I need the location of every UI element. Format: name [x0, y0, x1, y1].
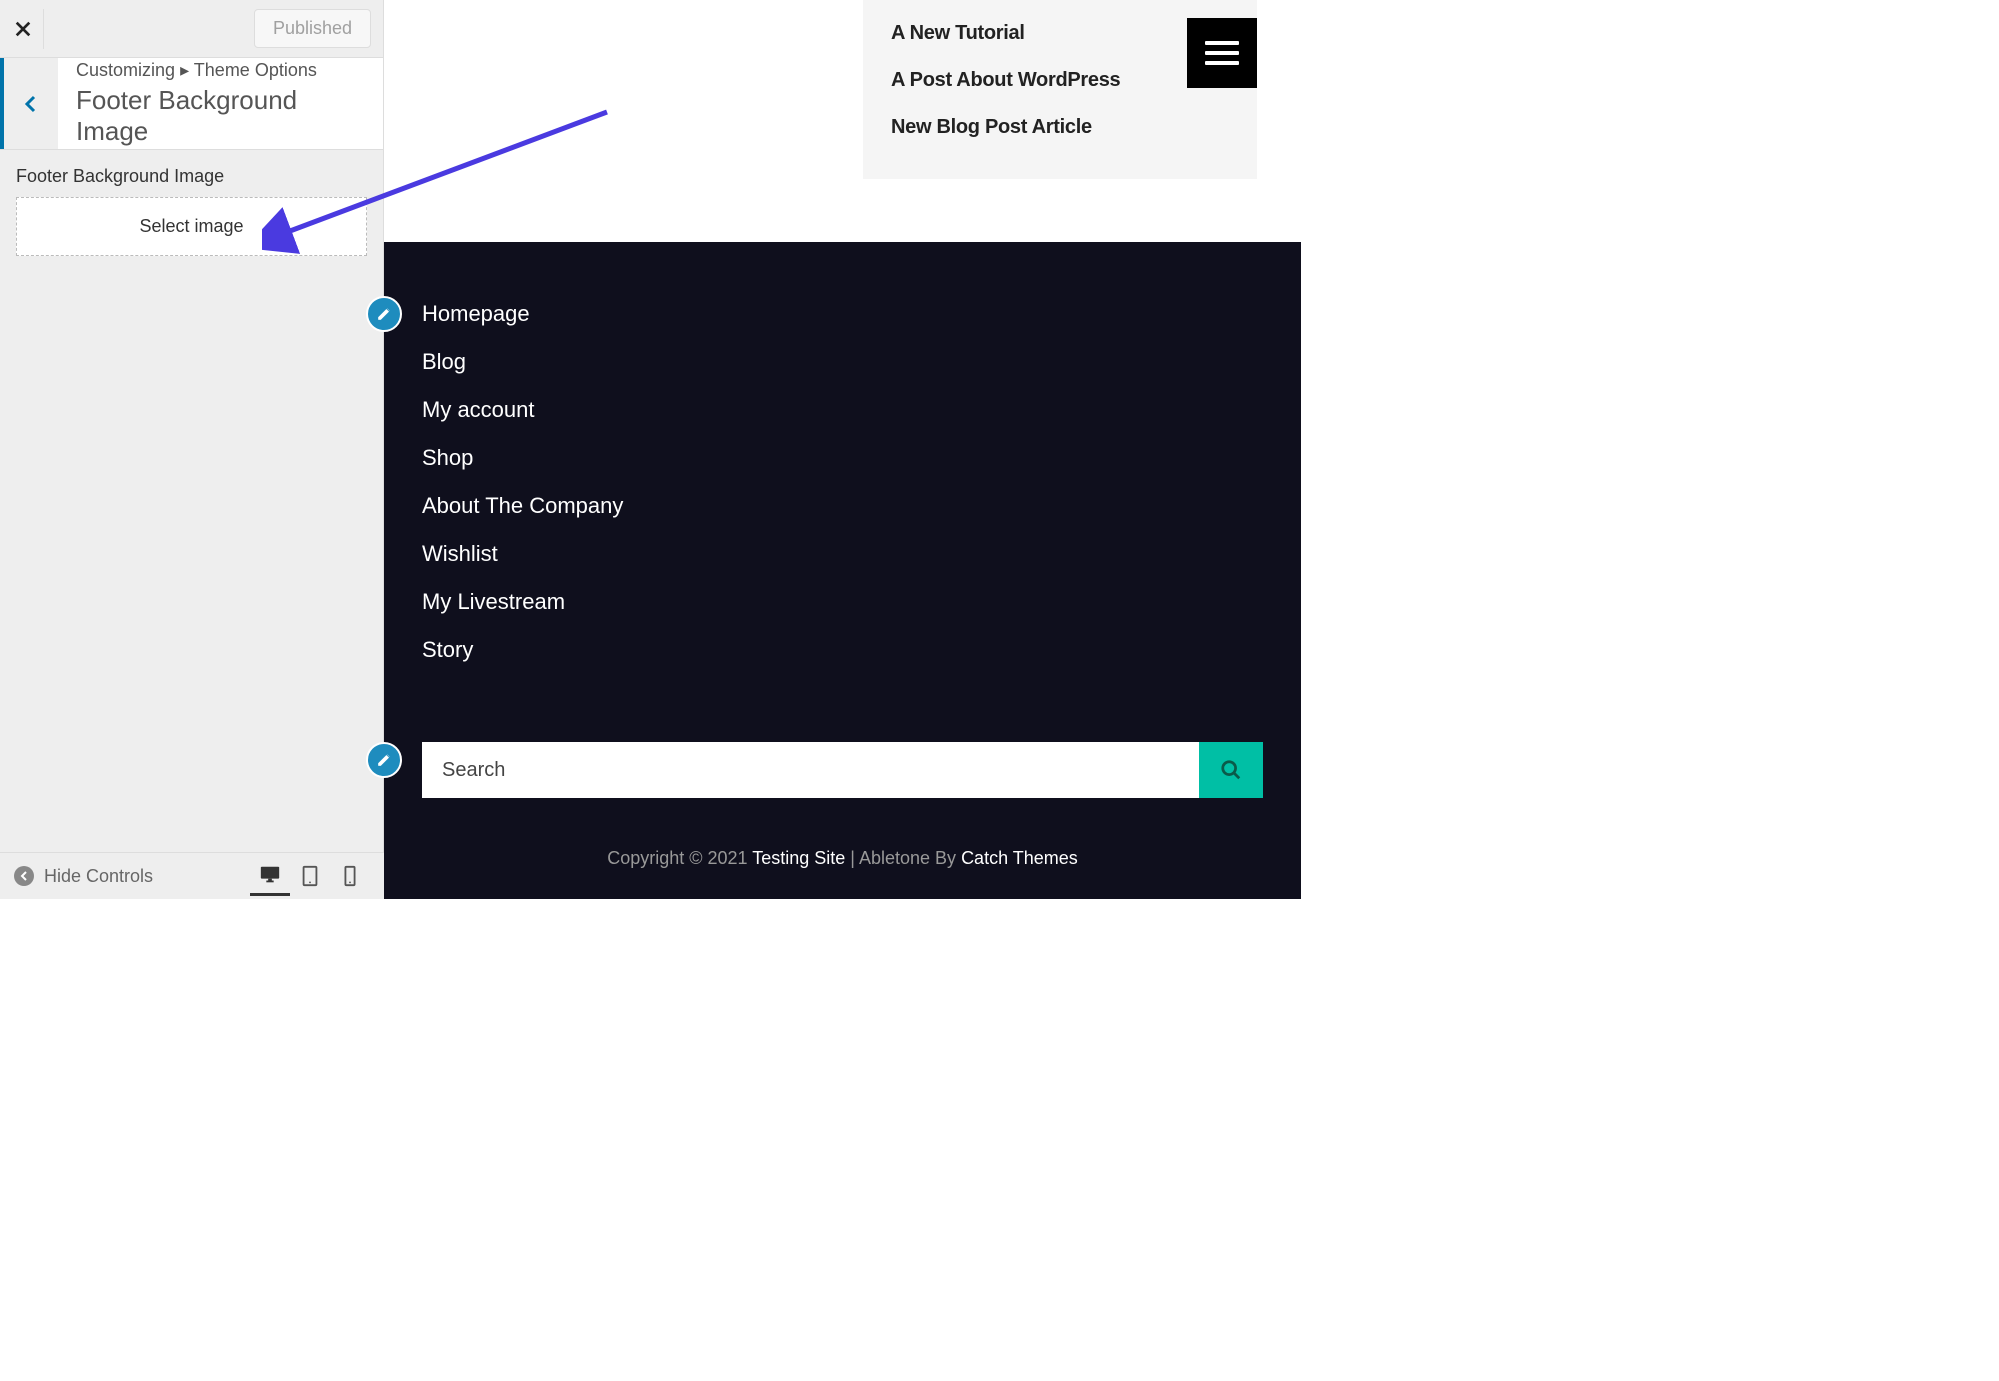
footer-nav-item[interactable]: Story [422, 626, 1263, 674]
back-button[interactable] [0, 58, 58, 149]
footer-nav: Homepage Blog My account Shop About The … [422, 290, 1263, 674]
customizer-topbar: Published [0, 0, 383, 58]
select-image-button[interactable]: Select image [16, 197, 367, 256]
hamburger-menu-button[interactable] [1187, 18, 1257, 88]
pencil-icon [376, 752, 392, 768]
customizer-sidebar: Published Customizing ▸ Theme Options Fo… [0, 0, 384, 852]
footer-nav-item[interactable]: About The Company [422, 482, 1263, 530]
hide-controls-label: Hide Controls [44, 866, 153, 887]
control-label: Footer Background Image [16, 166, 367, 187]
footer-nav-item[interactable]: Homepage [422, 290, 1263, 338]
copyright-mid: | Abletone By [845, 848, 961, 868]
customizer-bottom-bar: Hide Controls [0, 852, 384, 899]
desktop-icon [259, 864, 281, 886]
panel-title: Footer Background Image [76, 85, 365, 147]
panel-header: Customizing ▸ Theme Options Footer Backg… [0, 58, 383, 150]
footer-nav-item[interactable]: My account [422, 386, 1263, 434]
copyright-site-link[interactable]: Testing Site [752, 848, 845, 868]
copyright-theme-link[interactable]: Catch Themes [961, 848, 1078, 868]
site-footer: Homepage Blog My account Shop About The … [384, 242, 1301, 899]
hide-controls-button[interactable]: Hide Controls [14, 866, 250, 887]
preview-pane: A New Tutorial A Post About WordPress Ne… [384, 0, 1301, 899]
collapse-icon [14, 866, 34, 886]
footer-copyright: Copyright © 2021 Testing Site | Abletone… [384, 848, 1301, 869]
close-button[interactable] [4, 9, 44, 49]
desktop-preview-button[interactable] [250, 856, 290, 896]
footer-nav-item[interactable]: Wishlist [422, 530, 1263, 578]
tablet-preview-button[interactable] [290, 856, 330, 896]
chevron-left-icon [21, 94, 41, 114]
publish-button[interactable]: Published [254, 9, 371, 48]
mobile-icon [339, 865, 361, 887]
close-icon [14, 20, 32, 38]
breadcrumb-root: Customizing [76, 60, 175, 80]
pencil-icon [376, 306, 392, 322]
hamburger-icon [1205, 41, 1239, 65]
breadcrumb: Customizing ▸ Theme Options [76, 60, 365, 81]
recent-post-item[interactable]: A Post About WordPress [891, 57, 1229, 104]
edit-shortcut-button[interactable] [366, 296, 402, 332]
recent-post-item[interactable]: New Blog Post Article [891, 104, 1229, 151]
edit-shortcut-button[interactable] [366, 742, 402, 778]
mobile-preview-button[interactable] [330, 856, 370, 896]
search-button[interactable] [1199, 742, 1263, 798]
footer-nav-item[interactable]: My Livestream [422, 578, 1263, 626]
tablet-icon [299, 865, 321, 887]
breadcrumb-section: Theme Options [194, 60, 317, 80]
footer-nav-item[interactable]: Blog [422, 338, 1263, 386]
search-input[interactable] [422, 742, 1199, 798]
footer-nav-item[interactable]: Shop [422, 434, 1263, 482]
footer-search [422, 742, 1263, 798]
breadcrumb-separator: ▸ [180, 60, 189, 80]
search-icon [1220, 759, 1242, 781]
panel-header-text: Customizing ▸ Theme Options Footer Backg… [58, 58, 383, 149]
controls-area: Footer Background Image Select image [0, 150, 383, 272]
recent-post-item[interactable]: A New Tutorial [891, 10, 1229, 57]
copyright-prefix: Copyright © 2021 [607, 848, 752, 868]
